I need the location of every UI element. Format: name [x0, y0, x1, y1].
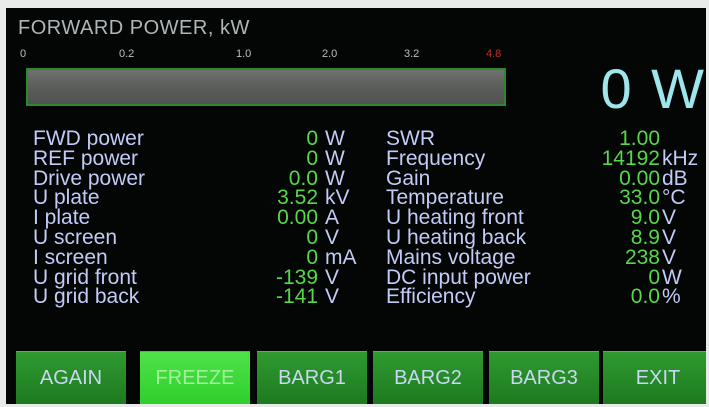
scale-tick-0-2: 0.2 [119, 48, 135, 60]
param-label: FWD power [33, 127, 144, 150]
param-label: U heating back [386, 225, 527, 249]
param-label: I screen [33, 245, 108, 269]
forward-power-bar [26, 68, 506, 106]
param-row-swr: SWR 1.00 [386, 127, 706, 150]
param-row-u-heating-front: U heating front 9.0 V [386, 207, 706, 228]
param-label: Efficiency [386, 285, 476, 309]
scale-tick-1-0: 1.0 [236, 48, 252, 60]
param-row-mains-voltage: Mains voltage 238 V [386, 245, 706, 269]
param-value: 8.9 [630, 225, 660, 249]
scale-tick-3-2: 3.2 [404, 48, 420, 60]
param-value: 0 [306, 225, 318, 249]
param-row-u-heating-back: U heating back 8.9 V [386, 225, 706, 249]
param-value: 238 [624, 245, 660, 269]
param-row-efficiency: Efficiency 0.0% [386, 285, 706, 309]
param-value: -141 [275, 285, 318, 309]
param-unit: mA [325, 245, 357, 269]
param-row-u-grid-back: U grid back -141 V [33, 285, 373, 309]
param-unit: % [662, 285, 681, 309]
param-row-i-plate: I plate 0.00 A [33, 207, 373, 228]
freeze-button[interactable]: FREEZE [140, 351, 250, 404]
param-row-frequency: Frequency 14192 kHz [386, 146, 706, 170]
scale-tick-4-8: 4.8 [486, 48, 502, 60]
param-label: Frequency [386, 146, 486, 170]
param-value: 0 [306, 245, 318, 269]
amplifier-display: FORWARD POWER, kW 0 0.2 1.0 2.0 3.2 4.8 … [6, 8, 706, 404]
forward-power-readout: 0 W [600, 57, 706, 120]
scale-tick-0: 0 [20, 48, 27, 60]
button-bar: AGAIN FREEZE BARG1 BARG2 BARG3 EXIT [12, 351, 706, 404]
param-label: U screen [33, 225, 118, 249]
param-unit: V [325, 225, 340, 249]
param-row-u-screen: U screen 0 V [33, 225, 373, 249]
param-value: 0 [306, 146, 318, 170]
page-title: FORWARD POWER, kW [18, 17, 250, 39]
exit-button[interactable]: EXIT [603, 351, 706, 404]
param-value: 0 [306, 127, 318, 150]
param-value: 1.00 [619, 127, 660, 150]
left-parameter-list: FWD power 0 W REF power 0 W Drive power 0.0 W U p… [33, 127, 373, 309]
scale-tick-2-0: 2.0 [322, 48, 338, 60]
param-label: SWR [386, 127, 435, 150]
right-parameter-list: SWR 1.00 Frequency 14192 kHz Gain 0.00 dB Temper… [386, 127, 706, 309]
param-label: Mains voltage [386, 245, 516, 269]
param-unit: kHz [662, 146, 699, 170]
param-unit: V [662, 225, 677, 249]
param-value: 14192 [601, 146, 660, 170]
barg1-button[interactable]: BARG1 [257, 351, 367, 404]
again-button[interactable]: AGAIN [16, 351, 126, 404]
param-row-i-screen: I screen 0 mA [33, 245, 373, 269]
param-unit: W [325, 146, 345, 170]
param-row-ref-power: REF power 0 W [33, 146, 373, 170]
param-value: 0.0 [630, 285, 660, 309]
param-label: U grid back [33, 285, 140, 309]
param-unit: V [325, 285, 340, 309]
param-row-fwd-power: FWD power 0 W [33, 127, 373, 150]
param-label: REF power [33, 146, 139, 170]
barg2-button[interactable]: BARG2 [373, 351, 483, 404]
barg3-button[interactable]: BARG3 [489, 351, 599, 404]
param-unit: V [662, 245, 677, 269]
param-unit: W [325, 127, 345, 150]
